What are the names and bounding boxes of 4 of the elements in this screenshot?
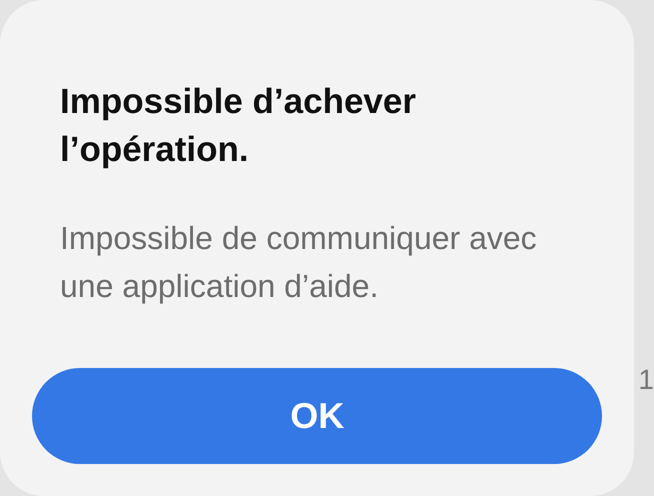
alert-title: Impossible d’achever l’opération.: [60, 81, 417, 171]
background-text: 1: [638, 364, 654, 397]
ok-button[interactable]: OK: [32, 368, 602, 464]
alert-message: Impossible de communiquer avec une application d’aide.: [60, 219, 538, 306]
